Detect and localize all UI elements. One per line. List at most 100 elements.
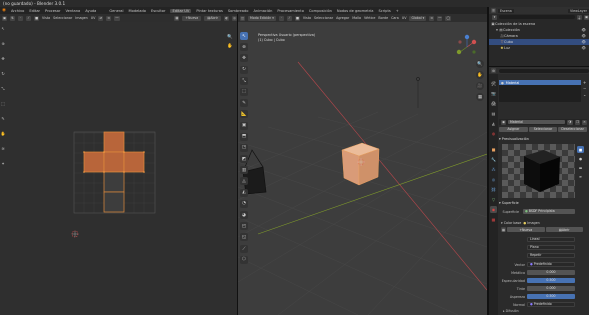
uv-pivot-icon[interactable]: ⊙ [106, 15, 112, 21]
base-color-row[interactable]: ▾ Color base ● Imagen [501, 221, 540, 225]
orientation-dropdown[interactable]: Global ▾ [409, 15, 427, 21]
tool-measure-icon[interactable]: 📐 [240, 110, 248, 119]
render-tab-icon[interactable]: 📷 [490, 90, 497, 97]
outliner-item-light[interactable]: ✺ Luz 👁 [489, 45, 589, 51]
vp-menu-view[interactable]: Vista [303, 16, 311, 20]
metallic-slider[interactable]: 0.000 [527, 270, 575, 275]
uv-menu-uv[interactable]: UV [91, 16, 96, 20]
specular-tint-slider[interactable]: 0.000 [527, 286, 575, 291]
uv-sync-icon[interactable]: ⇄ [98, 15, 104, 21]
tool-spin-icon[interactable]: ◔ [240, 199, 248, 208]
vertex-select-icon[interactable]: · [278, 15, 284, 21]
new-image-button[interactable]: + Nueva [182, 15, 202, 21]
vp-menu-edge[interactable]: Borde [378, 16, 388, 20]
tab-workspace-pintar-texturas[interactable]: Pintar texturas [196, 9, 223, 13]
edge-select-icon[interactable]: ⁄ [286, 15, 292, 21]
extension-dropdown[interactable]: Repetir [527, 253, 575, 258]
modifier-tab-icon[interactable]: 🔧 [490, 156, 497, 163]
editor-type-3d-icon[interactable]: ◫ [240, 15, 246, 21]
visibility-icon[interactable]: 👁 [582, 46, 586, 50]
vp-menu-face[interactable]: Cara [391, 16, 399, 20]
normal-field[interactable]: ● Predefinido [527, 302, 575, 307]
unlink-material-icon[interactable]: ✕ [582, 119, 587, 125]
outliner-filter-icon[interactable]: ⏚ [576, 14, 582, 20]
tab-workspace-general[interactable]: General [109, 9, 123, 13]
fake-user-icon[interactable]: 🛡 [566, 119, 573, 125]
editor-type-icon[interactable]: ▣ [2, 15, 8, 21]
tool-poly-build-icon[interactable]: ◭ [240, 188, 248, 197]
preview-cube-icon[interactable]: ■ [577, 146, 584, 153]
material-slot-item[interactable]: ● Material [499, 80, 581, 85]
tab-workspace-composicion[interactable]: Composición [309, 9, 332, 13]
edge-mode-icon[interactable]: ⁄ [26, 15, 32, 21]
select-button[interactable]: Seleccionar [528, 127, 558, 132]
tool-cursor-icon[interactable]: ⊕ [240, 43, 248, 52]
tool-transform-icon[interactable]: ⬚ [240, 87, 248, 96]
tool-shear-icon[interactable]: ⟋ [240, 244, 248, 253]
outliner-new-collection-icon[interactable]: ▣ [583, 14, 589, 20]
image-new-button[interactable]: + Nueva [507, 227, 545, 232]
properties-type-icon[interactable]: ⚙ [491, 68, 496, 73]
preview-sphere-icon[interactable]: ● [577, 155, 584, 162]
uv-editor-canvas[interactable]: ↖ ⊕ ✥ ↻ ⤡ ⬚ ✎ ✋ ≋ ✦ 🔍 ✋ [0, 22, 237, 315]
interpolation-dropdown[interactable]: Lineal [527, 237, 575, 242]
preview-panel-header[interactable]: ▾ Previsualización [499, 137, 529, 141]
camera-view-icon[interactable]: 🎥 [476, 82, 484, 90]
uv-menu-view[interactable]: Vista [42, 16, 50, 20]
tool-loop-cut-icon[interactable]: ▥ [240, 166, 248, 175]
light-object[interactable] [416, 77, 420, 108]
tab-workspace-animacion[interactable]: Animación [253, 9, 272, 13]
tool-knife-icon[interactable]: ◬ [240, 177, 248, 186]
world-tab-icon[interactable]: ◍ [490, 130, 497, 137]
editor-separator[interactable] [237, 14, 238, 315]
tab-workspace-modelado[interactable]: Modelado [129, 9, 146, 13]
menu-ayuda[interactable]: Ayuda [85, 9, 96, 13]
image-browse-icon[interactable]: ▦ [174, 15, 180, 21]
visibility-icon[interactable]: 👁 [582, 28, 586, 32]
scene-selector[interactable]: Escena [498, 8, 514, 13]
editor-separator[interactable] [487, 7, 489, 315]
uv-display-icon[interactable]: ◐ [224, 15, 229, 21]
vp-menu-add[interactable]: Agregar [336, 16, 349, 20]
outliner-scene-collection[interactable]: ▣ Colección de la escena [489, 21, 589, 27]
tab-workspace-scripts[interactable]: Scripts [378, 9, 390, 13]
roughness-slider[interactable]: 0.500 [527, 294, 575, 299]
tool-add-cube-icon[interactable]: ▣ [240, 121, 248, 130]
navigation-gizmo[interactable] [456, 34, 477, 55]
surface-panel-header[interactable]: ▾ Superficie [499, 201, 519, 205]
properties-search-input[interactable] [499, 68, 589, 73]
scene-tab-icon[interactable]: ◭ [490, 120, 497, 127]
uv-zoom-icon[interactable]: 🔍 [227, 35, 233, 40]
preview-plane-icon[interactable]: ▬ [577, 164, 584, 171]
vertex-mode-icon[interactable]: · [18, 15, 24, 21]
blender-logo-icon[interactable]: ◉ [2, 8, 6, 13]
surface-shader-dropdown[interactable]: ● BSDF Principista [523, 209, 575, 214]
vector-field[interactable]: ● Predefinido [527, 262, 575, 267]
tool-rip-icon[interactable]: ⬡ [240, 255, 248, 264]
tool-shrink-icon[interactable]: ◱ [240, 233, 248, 242]
uv-menu-select[interactable]: Seleccionar [53, 16, 72, 20]
uv-select-mode-icon[interactable]: ⇅ [10, 15, 16, 21]
physics-tab-icon[interactable]: ◎ [490, 176, 497, 183]
tool-tab-icon[interactable]: 🛠 [490, 80, 497, 87]
outliner-type-icon[interactable]: ☰ [491, 8, 496, 13]
output-tab-icon[interactable]: 🖨 [490, 100, 497, 107]
vp-menu-select[interactable]: Seleccionar [314, 16, 333, 20]
uv-pan-icon[interactable]: ✋ [227, 44, 233, 49]
slot-menu-icon[interactable]: ⌄ [583, 92, 588, 98]
tab-workspace-nodos-geometria[interactable]: Nodos de geometría [337, 9, 374, 13]
pan-icon[interactable]: ✋ [476, 71, 484, 79]
copy-material-icon[interactable]: ❐ [575, 119, 580, 125]
visibility-icon[interactable]: 👁 [582, 40, 586, 44]
deselect-button[interactable]: Deseleccionar [558, 127, 588, 132]
tool-inset-icon[interactable]: ◳ [240, 143, 248, 152]
tab-workspace-procesamiento[interactable]: Procesamiento [277, 9, 304, 13]
view-layer-selector[interactable]: ViewLayer [567, 8, 589, 13]
menu-editar[interactable]: Editar [29, 9, 40, 13]
face-select-icon[interactable]: ■ [294, 15, 300, 21]
uv-snap-icon[interactable]: ⌒ [114, 15, 120, 21]
face-mode-icon[interactable]: ■ [34, 15, 40, 21]
image-browse-icon[interactable]: ▦ [501, 227, 507, 232]
tool-rotate-icon[interactable]: ↻ [240, 65, 248, 74]
menu-ventana[interactable]: Ventana [65, 9, 80, 13]
